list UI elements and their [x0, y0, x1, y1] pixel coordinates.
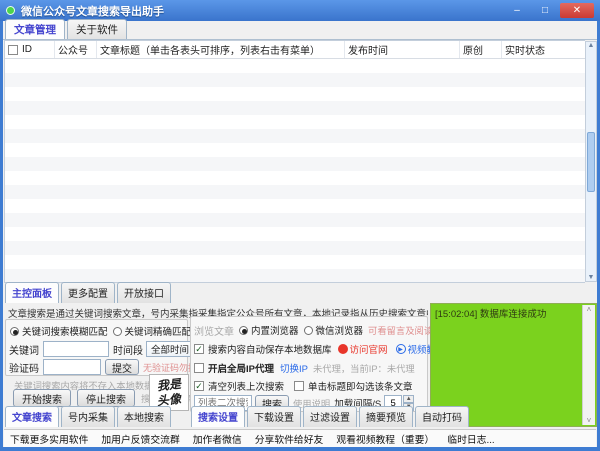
column-original[interactable]: 原创 [460, 41, 502, 58]
switch-ip-link[interactable]: 切换IP [280, 361, 308, 375]
visit-website-link[interactable]: 访问官网 [350, 342, 388, 356]
fuzzy-match-label: 关键词搜索模糊匹配 [22, 324, 108, 338]
proxy-checkbox[interactable] [194, 363, 204, 373]
list-options-row: ✓ 清空列表上次搜索 单击标题即勾选该条文章 [194, 378, 413, 394]
app-icon [6, 6, 15, 15]
tab-article-search[interactable]: 文章搜索 [5, 406, 59, 427]
window-border-bottom [0, 447, 600, 451]
settings-tab-bar: 搜索设置 下载设置 过滤设置 摘要预览 自动打码 [191, 410, 469, 427]
captcha-input[interactable] [43, 359, 101, 375]
scroll-up-icon[interactable]: ▲ [588, 42, 595, 49]
clear-list-checkbox[interactable]: ✓ [194, 381, 204, 391]
minimize-button[interactable]: – [504, 3, 530, 18]
tab-about-software[interactable]: 关于软件 [67, 19, 127, 40]
play-circle-icon: ▶ [396, 344, 406, 354]
captcha-row: 验证码 提交 无验证码勿提交 [9, 359, 206, 375]
column-account[interactable]: 公众号 [55, 41, 97, 58]
exact-match-label: 关键词精确匹配 [125, 324, 192, 338]
tab-filter-settings[interactable]: 过滤设置 [303, 406, 357, 427]
status-watch-tutorial[interactable]: 观看视频教程（重要） [336, 432, 434, 446]
start-search-button[interactable]: 开始搜索 [13, 389, 71, 407]
status-bar: 下载更多实用软件 加用户反馈交流群 加作者微信 分享软件给好友 观看视频教程（重… [4, 429, 596, 447]
submit-button[interactable]: 提交 [105, 359, 139, 375]
browser-row: 浏览文章 内置浏览器 微信浏览器 可看留言及阅读量 [194, 322, 442, 338]
browse-article-label: 浏览文章 [194, 323, 234, 338]
scroll-down-icon[interactable]: ▼ [588, 274, 595, 281]
status-share-software[interactable]: 分享软件给好友 [255, 432, 324, 446]
click-select-checkbox[interactable] [294, 381, 304, 391]
exact-match-radio[interactable] [113, 327, 122, 336]
status-temp-log[interactable]: 临时日志... [447, 432, 494, 446]
article-table-header: ID 公众号 文章标题（单击各表头可排序，列表右击有菜单） 发布时间 原创 实时… [5, 41, 585, 59]
title-bar: 微信公众号文章搜索导出助手 – □ ✕ [0, 0, 600, 21]
article-table-body[interactable] [5, 59, 585, 282]
autosave-checkbox[interactable]: ✓ [194, 344, 204, 354]
tab-more-config[interactable]: 更多配置 [61, 282, 115, 303]
log-entry: [15:02:04] 数据库连接成功 [435, 306, 580, 320]
window-title: 微信公众号文章搜索导出助手 [21, 3, 502, 19]
tab-auto-captcha[interactable]: 自动打码 [415, 406, 469, 427]
column-title[interactable]: 文章标题（单击各表头可排序，列表右击有菜单） [97, 41, 345, 58]
column-realtime-status[interactable]: 实时状态 [502, 41, 582, 58]
keyword-input[interactable] [43, 341, 109, 357]
tab-main-panel[interactable]: 主控面板 [5, 282, 59, 303]
fuzzy-match-radio[interactable] [10, 327, 19, 336]
panel-tab-bar: 主控面板 更多配置 开放接口 [5, 285, 171, 303]
match-mode-row: 关键词搜索模糊匹配 关键词精确匹配 [10, 323, 191, 339]
stop-search-button[interactable]: 停止搜索 [77, 389, 135, 407]
captcha-label: 验证码 [9, 360, 39, 375]
autosave-label: 搜索内容自动保存本地数据库 [208, 342, 332, 356]
status-author-wechat[interactable]: 加作者微信 [193, 432, 242, 446]
autosave-row: ✓ 搜索内容自动保存本地数据库 访问官网 ▶ 视频教程 [194, 341, 446, 357]
scroll-up-icon[interactable]: ˄ [587, 305, 592, 314]
keyword-label: 关键词 [9, 342, 39, 357]
column-id[interactable]: ID [5, 41, 55, 58]
status-download-more[interactable]: 下载更多实用软件 [10, 432, 88, 446]
close-button[interactable]: ✕ [560, 3, 594, 18]
time-range-label: 时间段 [113, 342, 143, 357]
column-publish-time[interactable]: 发布时间 [345, 41, 460, 58]
clear-list-label: 清空列表上次搜索 [208, 379, 284, 393]
tab-account-collect[interactable]: 号内采集 [61, 406, 115, 427]
app-window: 微信公众号文章搜索导出助手 – □ ✕ 文章管理 关于软件 ID 公众号 文章标… [0, 0, 600, 451]
proxy-row: 开启全局IP代理 切换IP 未代理，当前IP：未代理 [194, 360, 415, 376]
tab-summary-preview[interactable]: 摘要预览 [359, 406, 413, 427]
wechat-browser-radio[interactable] [304, 326, 313, 335]
tab-article-management[interactable]: 文章管理 [5, 19, 65, 40]
log-scrollbar[interactable]: ˄ ˅ [582, 305, 595, 425]
scroll-down-icon[interactable]: ˅ [587, 416, 592, 425]
tab-open-api[interactable]: 开放接口 [117, 282, 171, 303]
search-mode-tab-bar: 文章搜索 号内采集 本地搜索 [5, 410, 171, 427]
window-border-left [0, 21, 3, 451]
table-scrollbar[interactable]: ▲ ▼ [585, 41, 597, 282]
builtin-browser-label: 内置浏览器 [251, 323, 299, 337]
tab-local-search[interactable]: 本地搜索 [117, 406, 171, 427]
builtin-browser-radio[interactable] [239, 326, 248, 335]
tab-search-settings[interactable]: 搜索设置 [191, 406, 245, 427]
proxy-label: 开启全局IP代理 [208, 361, 274, 375]
tab-download-settings[interactable]: 下载设置 [247, 406, 301, 427]
select-all-checkbox[interactable] [8, 45, 18, 55]
maximize-button[interactable]: □ [532, 3, 558, 18]
keyword-row: 关键词 时间段 全部时间 ▼ [9, 341, 194, 357]
status-feedback-group[interactable]: 加用户反馈交流群 [101, 432, 179, 446]
scrollbar-thumb[interactable] [587, 132, 595, 192]
wechat-browser-label: 微信浏览器 [316, 323, 364, 337]
step-up-icon[interactable]: ▲ [403, 395, 414, 403]
website-icon [338, 344, 348, 354]
click-select-label: 单击标题即勾选该条文章 [308, 379, 413, 393]
proxy-status: 未代理，当前IP：未代理 [313, 361, 415, 375]
main-tab-bar: 文章管理 关于软件 [5, 22, 127, 40]
time-range-select[interactable]: 全部时间 ▼ [146, 341, 194, 357]
article-table: ID 公众号 文章标题（单击各表头可排序，列表右击有菜单） 发布时间 原创 实时… [4, 40, 585, 283]
